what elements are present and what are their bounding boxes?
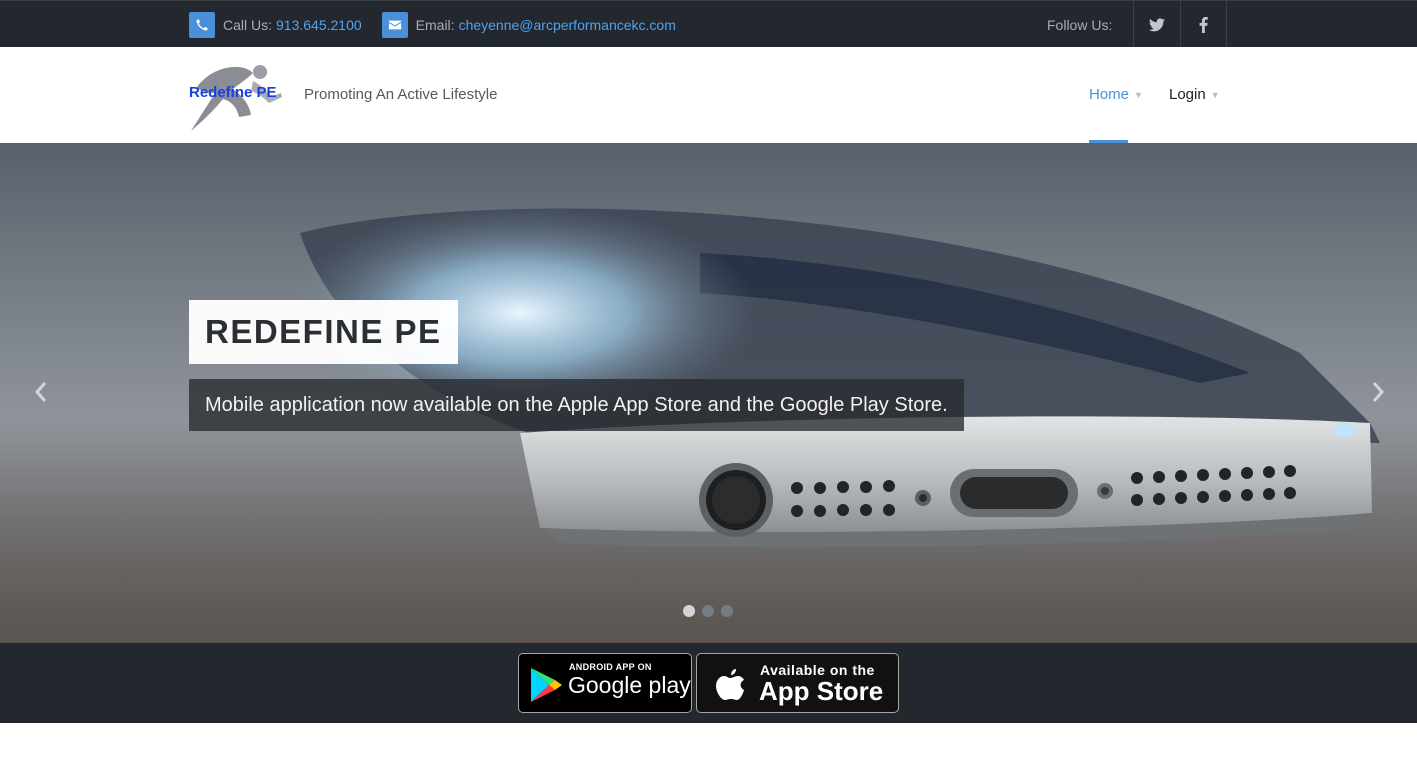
carousel-dot-3[interactable] xyxy=(721,605,733,617)
app-store-badge[interactable]: Available on the App Store xyxy=(696,653,899,713)
carousel-next-button[interactable] xyxy=(1366,379,1390,405)
email-link[interactable]: cheyenne@arcperformancekc.com xyxy=(459,17,676,33)
facebook-link[interactable] xyxy=(1180,1,1227,48)
carousel-prev-button[interactable] xyxy=(29,379,53,405)
chevron-left-icon xyxy=(34,382,47,402)
nav-home-label: Home xyxy=(1089,86,1130,103)
nav-login[interactable]: Login ▼ xyxy=(1169,86,1220,103)
tagline: Promoting An Active Lifestyle xyxy=(304,86,498,103)
email-label: Email: xyxy=(415,17,455,33)
google-badge-small-text: ANDROID APP ON xyxy=(569,662,652,672)
call-label: Call Us: xyxy=(223,17,273,33)
caret-down-icon: ▼ xyxy=(1210,89,1220,100)
hero-carousel: REDEFINE PE Mobile application now avail… xyxy=(0,143,1417,643)
nav-home[interactable]: Home ▼ xyxy=(1089,86,1143,103)
chevron-right-icon xyxy=(1372,382,1385,402)
nav-login-label: Login xyxy=(1169,86,1206,103)
top-bar: Call Us: 913.645.2100 Email: cheyenne@ar… xyxy=(0,0,1417,48)
envelope-icon xyxy=(381,12,408,38)
logo-text: Redefine PE xyxy=(189,84,277,101)
carousel-dot-1[interactable] xyxy=(683,605,695,617)
store-badges-bar: ANDROID APP ON Google play Available on … xyxy=(0,643,1417,723)
caret-down-icon: ▼ xyxy=(1134,89,1143,100)
apple-badge-big-text: App Store xyxy=(759,676,884,706)
twitter-link[interactable] xyxy=(1133,1,1180,48)
phone-icon xyxy=(189,12,215,38)
carousel-indicators xyxy=(683,605,740,617)
twitter-icon xyxy=(1149,17,1165,31)
hero-subtitle: Mobile application now available on the … xyxy=(189,379,964,431)
google-badge-big-text: Google play xyxy=(568,672,691,698)
hero-title: REDEFINE PE xyxy=(189,300,458,364)
follow-label: Follow Us: xyxy=(1047,16,1113,33)
apple-icon xyxy=(716,669,744,700)
google-play-icon xyxy=(531,668,562,702)
contact-info: Call Us: 913.645.2100 Email: cheyenne@ar… xyxy=(189,12,676,38)
facebook-icon xyxy=(1199,16,1208,33)
phone-link[interactable]: 913.645.2100 xyxy=(276,17,362,33)
google-play-badge[interactable]: ANDROID APP ON Google play xyxy=(518,653,692,713)
carousel-dot-2[interactable] xyxy=(702,605,714,617)
site-header: Redefine PE Promoting An Active Lifestyl… xyxy=(0,47,1417,143)
